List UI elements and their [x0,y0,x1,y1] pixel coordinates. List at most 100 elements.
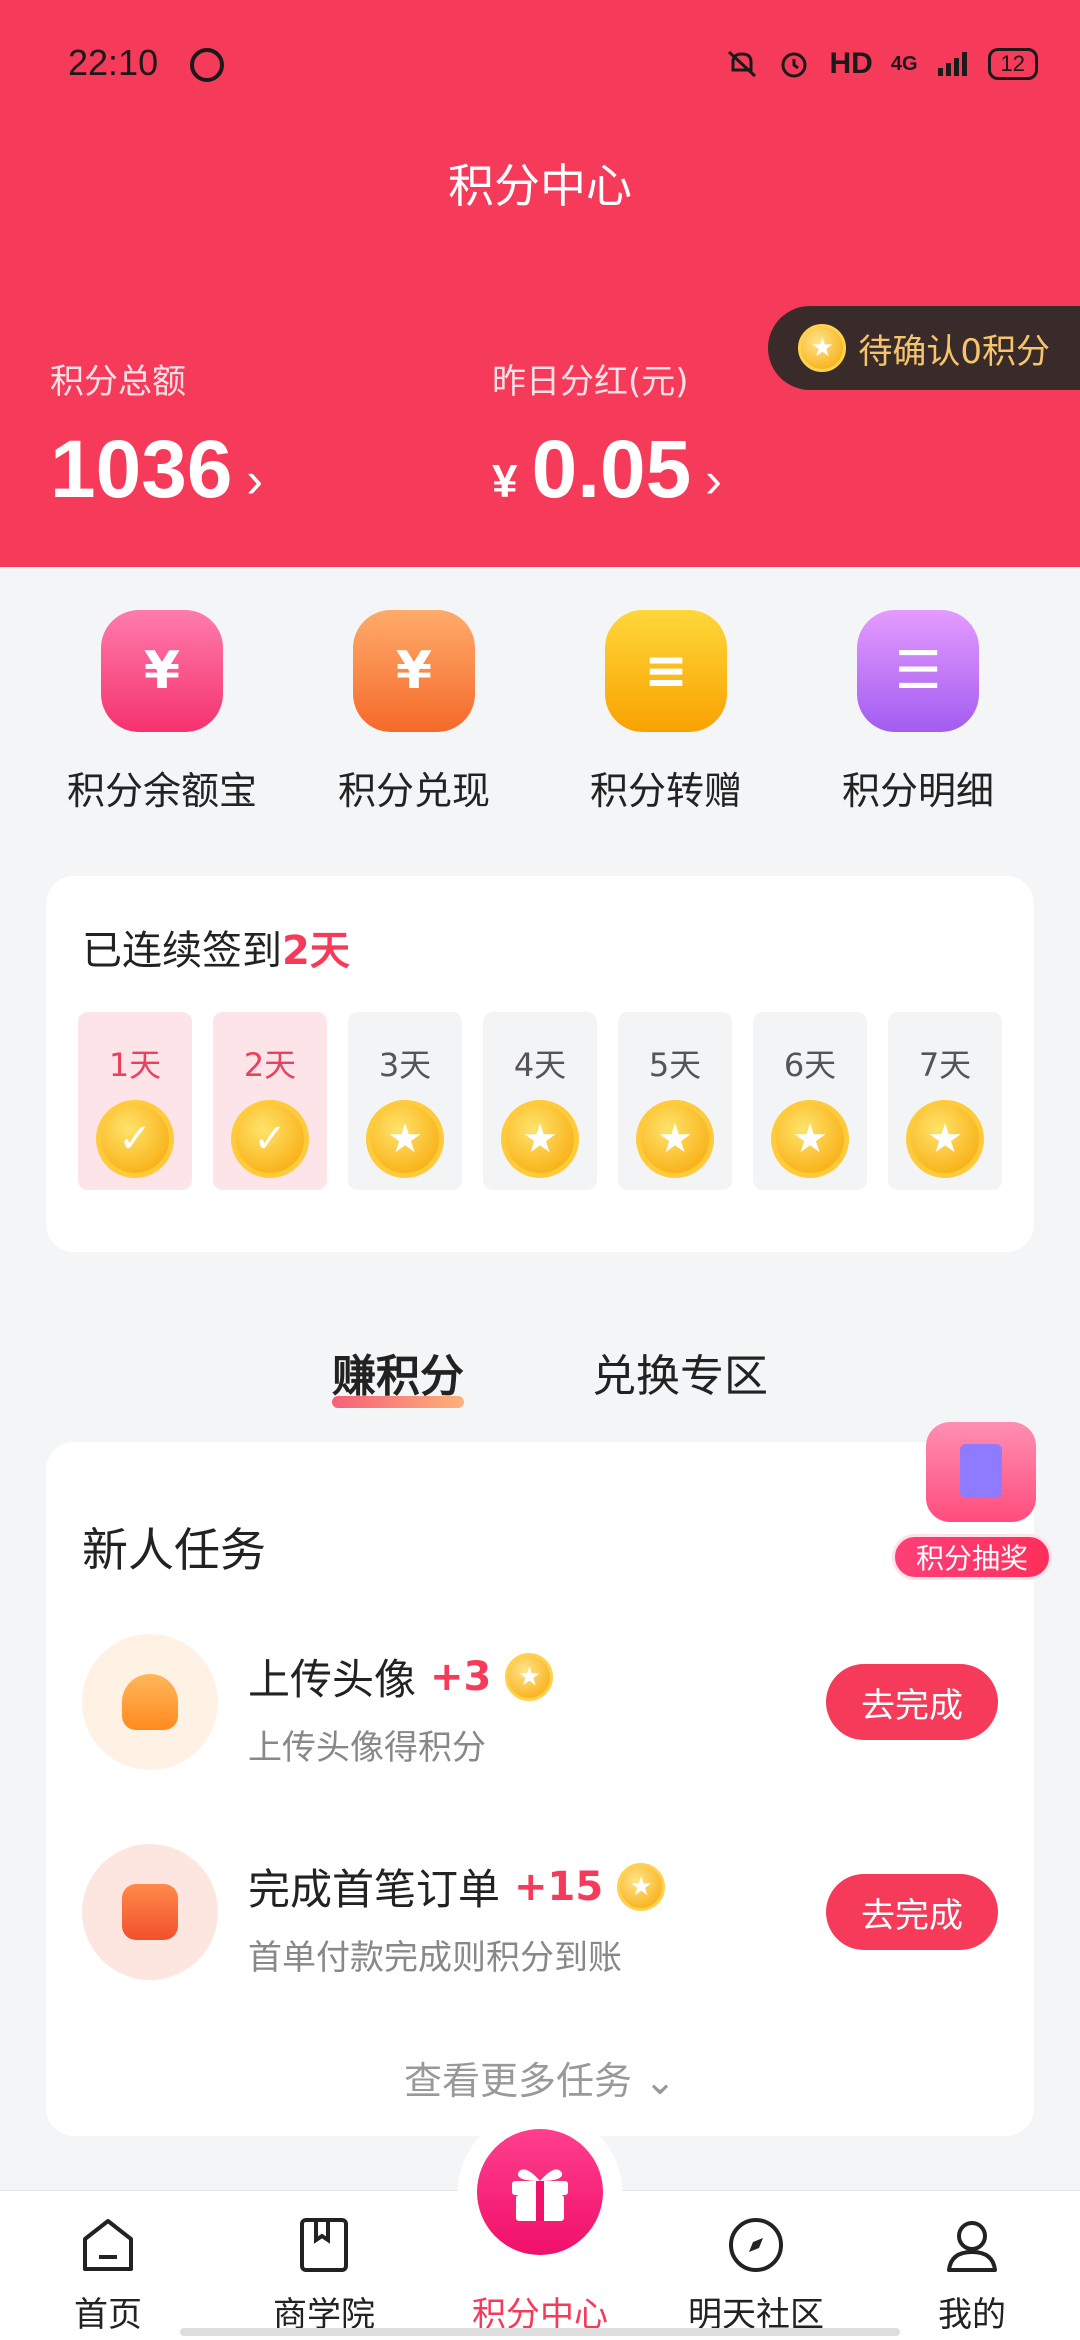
star-coin-icon: ★ [505,1652,554,1701]
notification-icon [190,48,224,82]
coin-stack-icon: ≡ [605,610,727,732]
checkin-heading: 已连续签到2天 [82,918,350,976]
mute-icon [728,50,757,78]
chevron-right-icon: › [246,452,264,508]
action-cash-out[interactable]: ¥ 积分兑现 [288,610,540,815]
gift-box-icon [926,1422,1036,1522]
action-label: 积分转赠 [589,769,742,813]
lottery-float-button[interactable]: 积分抽奖 [886,1402,1076,1582]
star-icon: ★ [366,1100,444,1178]
day-label: 6天 [783,1046,837,1084]
day-label: 5天 [648,1046,702,1084]
day-label: 2天 [243,1046,297,1084]
checkin-day[interactable]: 1天 ✓ [78,1012,192,1190]
tab-exchange-zone[interactable]: 兑换专区 [592,1340,768,1404]
quick-actions: ¥ 积分余额宝 ¥ 积分兑现 ≡ 积分转赠 ☰ 积分明细 [0,610,1080,815]
status-time: 22:10 [68,42,159,83]
page-title: 积分中心 [448,159,632,213]
complete-button[interactable]: 去完成 [826,1874,998,1950]
task-description: 上传头像得积分 [248,1728,486,1768]
nav-profile[interactable]: 我的 [864,2191,1080,2340]
nav-business-school[interactable]: 商学院 [216,2191,432,2340]
dividend-stat[interactable]: 昨日分红(元) ¥ 0.05 › [492,354,722,517]
action-transfer[interactable]: ≡ 积分转赠 [540,610,792,815]
dividend-value: 0.05 [531,424,692,515]
star-icon: ★ [636,1100,714,1178]
alarm-icon [781,52,807,78]
day-label: 4天 [513,1046,567,1084]
checkin-day[interactable]: 2天 ✓ [213,1012,327,1190]
nav-label: 我的 [938,2295,1006,2335]
home-indicator [180,2328,900,2336]
currency-symbol: ¥ [492,455,518,507]
day-label: 3天 [378,1046,432,1084]
money-bag-icon: ¥ [101,610,223,732]
dividend-label: 昨日分红(元) [492,362,689,402]
checkin-days-count: 2天 [282,928,350,974]
nav-label: 首页 [74,2295,142,2335]
status-icons: HD 4G 12 [725,44,1038,84]
tab-earn-points[interactable]: 赚积分 [332,1340,464,1408]
pending-points-badge[interactable]: ★ 待确认0积分 [768,306,1080,390]
task-item: 完成首笔订单 +15 ★ 首单付款完成则积分到账 去完成 [82,1844,998,1980]
action-label: 积分兑现 [337,769,490,813]
checkin-day[interactable]: 6天 ★ [753,1012,867,1190]
profile-icon [942,2215,1002,2275]
avatar-icon [82,1634,218,1770]
view-more-label: 查看更多任务 [404,2059,633,2103]
total-points-stat[interactable]: 积分总额 1036 › [50,354,263,517]
gift-icon [477,2129,603,2255]
status-bar: 22:10 HD 4G 12 [0,0,1080,130]
points-center-button[interactable] [458,2110,622,2274]
day-label: 1天 [108,1046,162,1084]
action-details[interactable]: ☰ 积分明细 [792,610,1044,815]
battery-indicator: 12 [987,48,1038,80]
star-icon: ★ [906,1100,984,1178]
star-icon: ★ [771,1100,849,1178]
task-points: +15 [514,1863,604,1910]
checkin-day[interactable]: 3天 ★ [348,1012,462,1190]
action-balance-treasure[interactable]: ¥ 积分余额宝 [36,610,288,815]
star-icon: ★ [501,1100,579,1178]
check-icon: ✓ [96,1100,174,1178]
signal-icon [937,52,967,76]
shopping-bag-icon [82,1844,218,1980]
nav-home[interactable]: 首页 [0,2191,216,2340]
network-hd-label: HD [829,47,873,80]
star-coin-icon: ★ [798,324,847,372]
compass-icon [726,2215,786,2275]
chevron-right-icon: › [705,452,722,508]
total-points-value: 1036 [50,424,233,515]
task-item: 上传头像 +3 ★ 上传头像得积分 去完成 [82,1634,998,1770]
star-coin-icon: ★ [617,1862,666,1911]
view-more-tasks[interactable]: 查看更多任务 ⌄ [46,2050,1034,2105]
task-name: 完成首笔订单 [248,1865,501,1914]
header: 22:10 HD 4G 12 积分中心 ★ 待确认0积分 积分总额 1036 ›… [0,0,1080,567]
home-icon [78,2215,138,2275]
detail-list-icon: ☰ [857,610,979,732]
pending-points-label: 待确认0积分 [858,331,1050,372]
checkin-day[interactable]: 7天 ★ [888,1012,1002,1190]
task-points: +3 [430,1653,492,1700]
chevron-down-icon: ⌄ [644,2059,676,2103]
nav-community[interactable]: 明天社区 [648,2191,864,2340]
tasks-title: 新人任务 [82,1523,266,1577]
checkin-day[interactable]: 4天 ★ [483,1012,597,1190]
action-label: 积分明细 [841,769,994,813]
checkin-days: 1天 ✓ 2天 ✓ 3天 ★ 4天 ★ 5天 ★ 6天 ★ 7天 ★ [78,1012,1002,1190]
lottery-label: 积分抽奖 [892,1534,1052,1580]
complete-button[interactable]: 去完成 [826,1664,998,1740]
checkin-card: 已连续签到2天 1天 ✓ 2天 ✓ 3天 ★ 4天 ★ 5天 ★ 6天 ★ 7天 ★ [46,876,1034,1252]
checkin-day[interactable]: 5天 ★ [618,1012,732,1190]
action-label: 积分余额宝 [66,769,257,813]
day-label: 7天 [918,1046,972,1084]
task-name: 上传头像 [248,1655,417,1704]
total-points-label: 积分总额 [50,362,186,402]
signal-4g-label: 4G [890,52,918,75]
task-description: 首单付款完成则积分到账 [248,1938,622,1978]
checkin-prefix: 已连续签到 [82,928,282,974]
cash-out-icon: ¥ [353,610,475,732]
check-icon: ✓ [231,1100,309,1178]
points-tabs: 赚积分 兑换专区 [0,1340,1080,1408]
book-icon [294,2215,354,2275]
